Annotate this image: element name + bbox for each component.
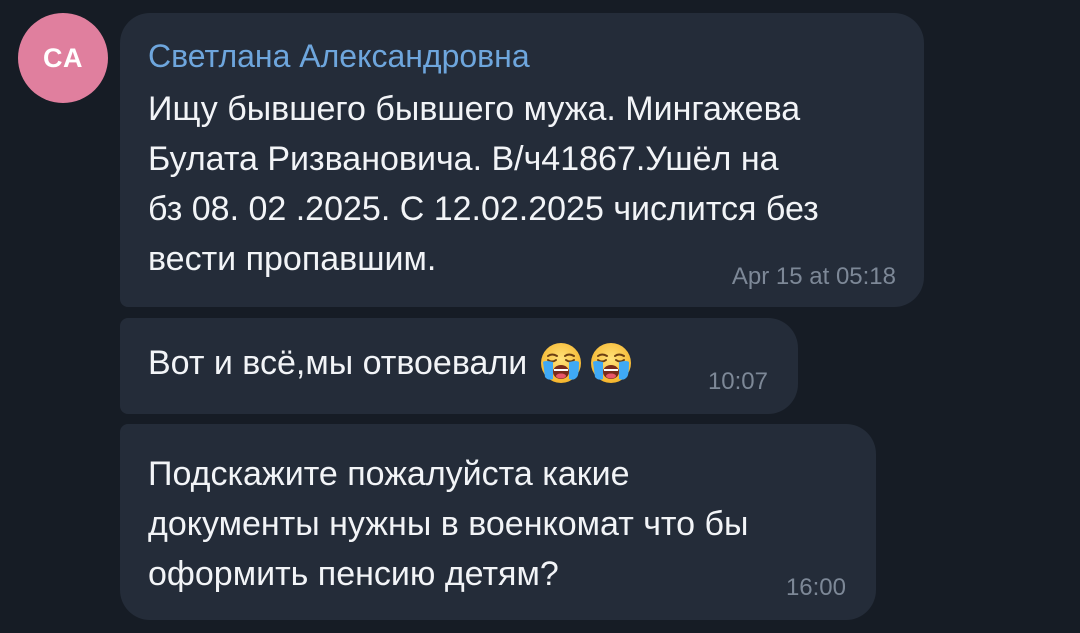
message-bubble[interactable]: Вот и всё,мы отвоевали 10:07 — [120, 318, 798, 414]
message-bubble[interactable]: Светлана Александровна Ищу бывшего бывше… — [120, 13, 924, 307]
message-time: Apr 15 at 05:18 — [731, 263, 896, 290]
message-text: Подскажите пожалуйста какие документы ну… — [148, 455, 749, 593]
avatar-initials: CA — [43, 42, 83, 73]
message-time: 10:07 — [707, 368, 768, 395]
message-text: Вот и всё,мы отвоевали — [148, 344, 528, 382]
loudly-crying-face-emoji — [539, 341, 583, 385]
sender-name[interactable]: Светлана Александровна — [148, 38, 530, 75]
message-text: Ищу бывшего бывшего мужа. Мингажева Була… — [148, 90, 819, 278]
avatar[interactable]: CA — [18, 13, 108, 103]
message-time: 16:00 — [785, 574, 846, 601]
loudly-crying-face-emoji — [589, 341, 633, 385]
chat-view: CA Светлана Александровна Ищу бывшего бы… — [0, 0, 1080, 633]
message-bubble[interactable]: Подскажите пожалуйста какие документы ну… — [120, 424, 876, 620]
message-text-row: Вот и всё,мы отвоевали — [148, 338, 633, 388]
